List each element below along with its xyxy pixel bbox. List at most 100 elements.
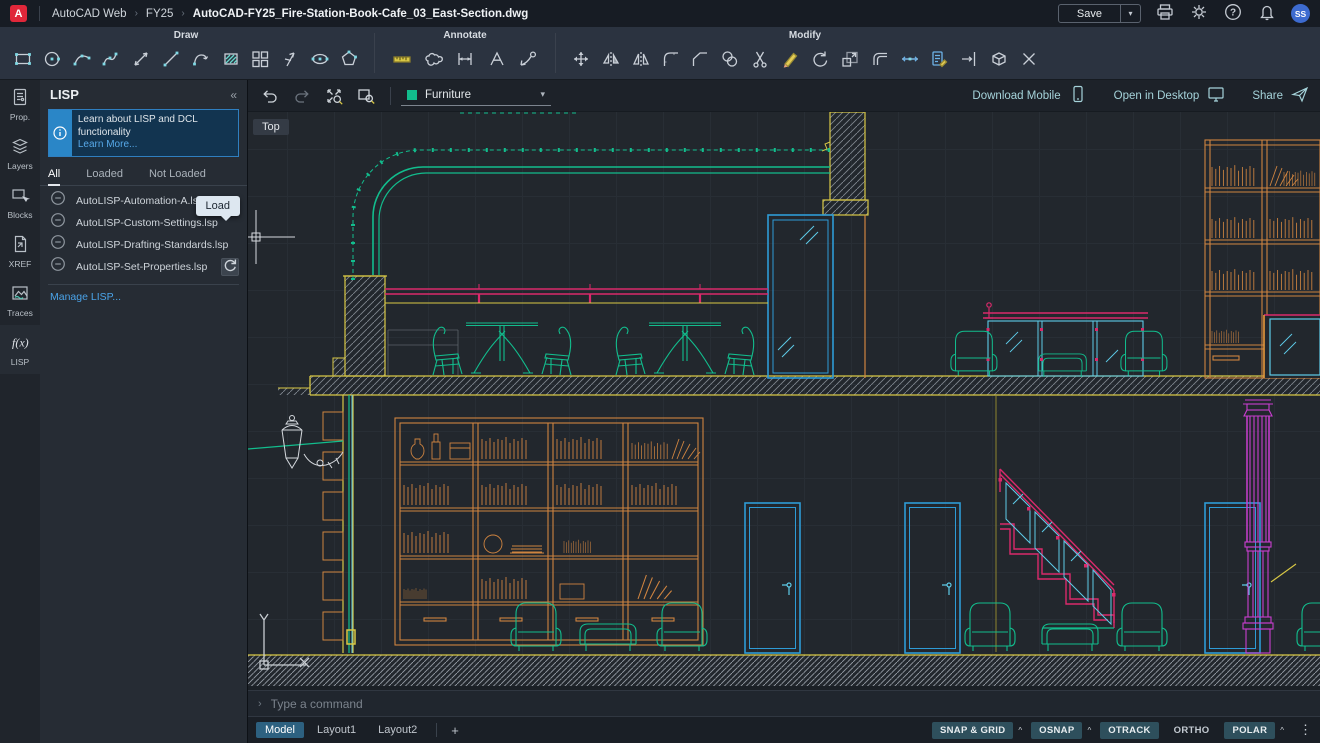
- autocad-web-app: A AutoCAD Web›FY25›AutoCAD-FY25_Fire-Sta…: [0, 0, 1320, 743]
- sidebar-item-xref[interactable]: XREF: [0, 227, 40, 276]
- zoom-extents-button[interactable]: [322, 84, 346, 108]
- bottom-bar: ModelLayout1Layout2 + SNAP & GRID ^ OSNAP ^…: [248, 717, 1320, 743]
- tool-move[interactable]: [568, 47, 594, 73]
- avatar[interactable]: SS: [1291, 4, 1310, 23]
- manage-lisp-link[interactable]: Manage LISP...: [48, 284, 239, 309]
- load-lisp-button[interactable]: [221, 258, 239, 276]
- tool-copy[interactable]: [717, 47, 743, 73]
- print-button[interactable]: [1155, 4, 1175, 24]
- tool-explode[interactable]: [986, 47, 1012, 73]
- tab-layout1[interactable]: Layout1: [308, 722, 365, 738]
- tool-polygon[interactable]: [336, 47, 362, 73]
- chamfer-icon: [690, 49, 710, 69]
- zoom-window-button[interactable]: [354, 84, 378, 108]
- tool-block[interactable]: [247, 47, 273, 73]
- tool-xline[interactable]: [128, 47, 154, 73]
- command-input[interactable]: [271, 697, 1310, 711]
- tool-polyline[interactable]: [188, 47, 214, 73]
- tool-ruler[interactable]: [389, 47, 415, 73]
- save-dropdown-button[interactable]: ▾: [1120, 5, 1140, 22]
- drawing-viewport[interactable]: Top: [248, 112, 1320, 690]
- breadcrumb-item[interactable]: FY25: [146, 8, 174, 20]
- layer-selector-value: Furniture: [425, 89, 532, 101]
- tool-fillet[interactable]: [658, 47, 684, 73]
- divider: [374, 33, 375, 73]
- tool-extend[interactable]: [956, 47, 982, 73]
- sidebar-item-traces[interactable]: Traces: [0, 276, 40, 325]
- tool-dimension[interactable]: [452, 47, 478, 73]
- save-button[interactable]: Save: [1059, 5, 1120, 22]
- tool-leader[interactable]: [515, 47, 541, 73]
- undo-button[interactable]: [258, 84, 282, 108]
- sidebar-item-lisp[interactable]: f(x)LISP: [0, 325, 40, 374]
- toggle-ortho[interactable]: ORTHO: [1166, 722, 1218, 739]
- tool-scale[interactable]: [837, 47, 863, 73]
- toggle-osnap[interactable]: OSNAP: [1031, 722, 1082, 739]
- tab-model[interactable]: Model: [256, 722, 304, 738]
- sidebar-item-prop[interactable]: Prop.: [0, 80, 40, 129]
- learn-more-link[interactable]: Learn More...: [78, 139, 137, 150]
- tool-break[interactable]: [1016, 47, 1042, 73]
- tool-circle[interactable]: [39, 47, 65, 73]
- open-in-desktop-button[interactable]: Open in Desktop: [1114, 84, 1227, 107]
- tool-line[interactable]: [158, 47, 184, 73]
- share-button[interactable]: Share: [1252, 84, 1310, 107]
- scale-icon: [840, 49, 860, 69]
- lisp-filter-tabs: All Loaded Not Loaded: [40, 165, 247, 186]
- tool-flip[interactable]: [628, 47, 654, 73]
- lisp-file-name: AutoLISP-Drafting-Standards.lsp: [76, 239, 228, 251]
- lisp-file-row[interactable]: AutoLISP-Set-Properties.lsp: [40, 256, 247, 278]
- toggle-otrack[interactable]: OTRACK: [1100, 722, 1158, 739]
- chevron-up-icon[interactable]: ^: [1280, 726, 1284, 735]
- blocks-icon: [10, 185, 30, 205]
- status-overflow-menu[interactable]: ⋮: [1299, 722, 1312, 738]
- notifications-button[interactable]: [1257, 4, 1277, 24]
- cad-drawing: [248, 112, 1320, 690]
- tool-offset[interactable]: [867, 47, 893, 73]
- view-cube-badge[interactable]: Top: [253, 119, 289, 135]
- tool-text[interactable]: [484, 47, 510, 73]
- minus-circle-icon: [48, 210, 68, 230]
- chevron-up-icon[interactable]: ^: [1018, 726, 1022, 735]
- tool-arc[interactable]: [69, 47, 95, 73]
- toggle-snap-grid[interactable]: SNAP & GRID: [932, 722, 1013, 739]
- add-layout-button[interactable]: +: [443, 723, 467, 738]
- collapse-panel-icon[interactable]: «: [230, 88, 237, 102]
- sidebar-item-label: Traces: [7, 308, 33, 318]
- breadcrumb-item[interactable]: AutoCAD Web: [52, 8, 127, 20]
- help-button[interactable]: ?: [1223, 4, 1243, 24]
- redo-button[interactable]: [290, 84, 314, 108]
- sidebar-item-layers[interactable]: Layers: [0, 129, 40, 178]
- polyline-icon: [191, 49, 211, 69]
- move-icon: [571, 49, 591, 69]
- tool-mirror[interactable]: [598, 47, 624, 73]
- tool-revision-cloud[interactable]: [420, 47, 446, 73]
- lisp-tab-not-loaded[interactable]: Not Loaded: [149, 165, 206, 185]
- toggle-polar[interactable]: POLAR: [1224, 722, 1275, 739]
- tool-erase[interactable]: [777, 47, 803, 73]
- tool-chamfer[interactable]: [687, 47, 713, 73]
- breadcrumb-file[interactable]: AutoCAD-FY25_Fire-Station-Book-Cafe_03_E…: [193, 8, 528, 20]
- lisp-tab-loaded[interactable]: Loaded: [86, 165, 123, 185]
- download-mobile-button[interactable]: Download Mobile: [972, 84, 1087, 107]
- main-area: Prop.LayersBlocksXREFTracesf(x)LISP LISP…: [0, 80, 1320, 743]
- tool-hatch[interactable]: [218, 47, 244, 73]
- lisp-tab-all[interactable]: All: [48, 165, 60, 185]
- leader-icon: [518, 49, 538, 69]
- settings-button[interactable]: [1189, 4, 1209, 24]
- tool-match-properties[interactable]: [926, 47, 952, 73]
- tool-multileader-draw[interactable]: [277, 47, 303, 73]
- tool-rotate[interactable]: [807, 47, 833, 73]
- tool-stretch[interactable]: [897, 47, 923, 73]
- tool-rectangle[interactable]: [10, 47, 36, 73]
- tool-trim[interactable]: [747, 47, 773, 73]
- lisp-file-row[interactable]: AutoLISP-Drafting-Standards.lsp: [40, 234, 247, 256]
- tool-spline[interactable]: [99, 47, 125, 73]
- layer-selector[interactable]: Furniture ▾: [401, 86, 551, 106]
- tab-layout2[interactable]: Layout2: [369, 722, 426, 738]
- sidebar-item-blocks[interactable]: Blocks: [0, 178, 40, 227]
- chevron-up-icon[interactable]: ^: [1087, 726, 1091, 735]
- autocad-logo[interactable]: A: [10, 5, 27, 22]
- tool-ellipse[interactable]: [307, 47, 333, 73]
- rectangle-icon: [13, 49, 33, 69]
